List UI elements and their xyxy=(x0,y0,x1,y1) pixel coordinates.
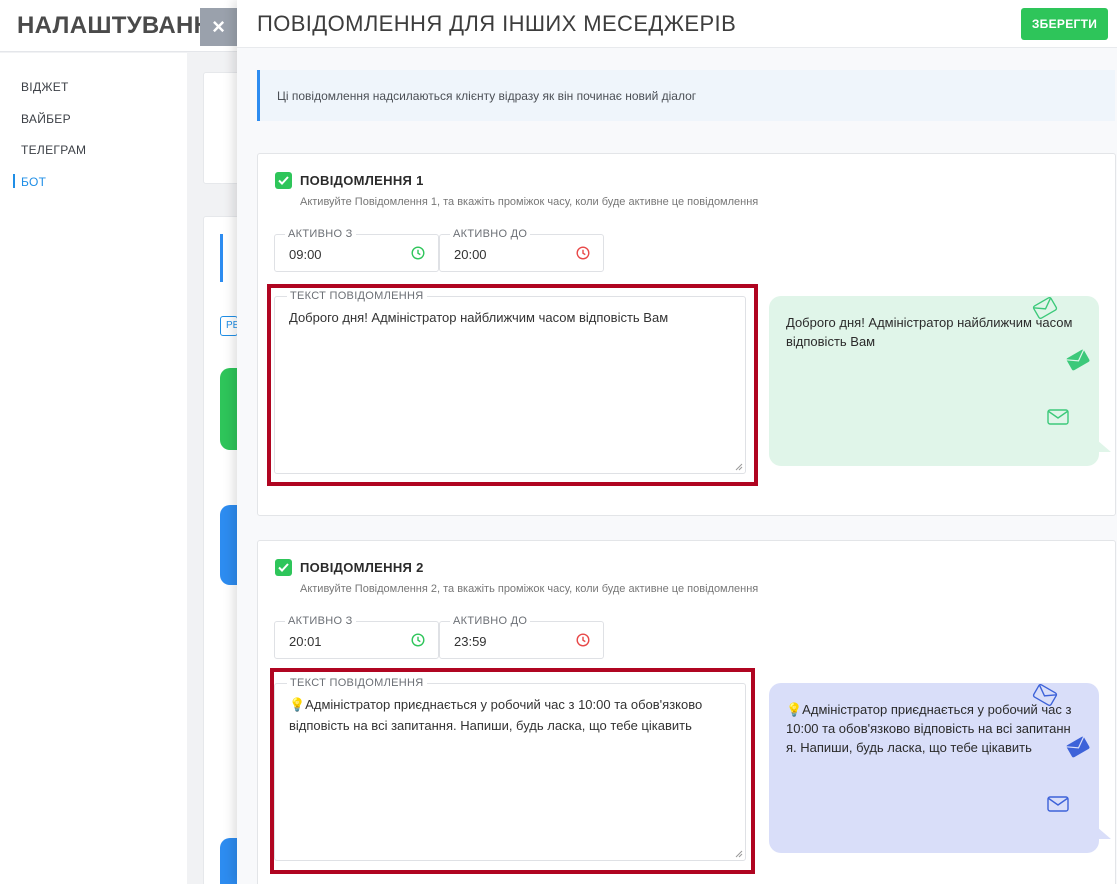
message-1-preview-bubble: Доброго дня! Адміністратор найближчим ча… xyxy=(769,296,1111,466)
sidebar-item-bot[interactable]: БОТ xyxy=(0,173,187,207)
background-info-accent xyxy=(220,234,223,282)
save-button[interactable]: ЗБЕРЕГТИ xyxy=(1021,8,1108,40)
background-tag: РЕ xyxy=(220,316,238,336)
modal-header: ПОВІДОМЛЕННЯ ДЛЯ ІНШИХ МЕСЕДЖЕРІВ ЗБЕРЕГ… xyxy=(237,0,1117,48)
message-2-text-field[interactable]: ТЕКСТ ПОВІДОМЛЕННЯ 💡Адміністратор приєдн… xyxy=(274,677,746,861)
bubble-tail xyxy=(1097,440,1111,452)
active-from-value[interactable]: 09:00 xyxy=(289,247,322,262)
message-1-checkbox[interactable] xyxy=(275,172,292,189)
message-1-title: ПОВІДОМЛЕННЯ 1 xyxy=(300,173,424,188)
settings-title: НАЛАШТУВАННЯ xyxy=(17,12,229,39)
message-1-active-from-field[interactable]: АКТИВНО З 09:00 xyxy=(274,228,439,272)
close-icon[interactable]: × xyxy=(200,8,237,46)
message-text-label: ТЕКСТ ПОВІДОМЛЕННЯ xyxy=(287,677,427,689)
sidebar-item-viber[interactable]: ВАЙБЕР xyxy=(0,112,187,144)
message-1-text-field[interactable]: ТЕКСТ ПОВІДОМЛЕННЯ Доброго дня! Адмініст… xyxy=(274,290,746,474)
resize-grip-icon[interactable] xyxy=(735,850,743,858)
settings-sidebar: ВІДЖЕТ ВАЙБЕР ТЕЛЕГРАМ БОТ xyxy=(0,53,187,884)
message-1-description: Активуйте Повідомлення 1, та вкажіть про… xyxy=(300,196,759,208)
message-card-2: ПОВІДОМЛЕННЯ 2 Активуйте Повідомлення 2,… xyxy=(257,540,1116,884)
active-to-value[interactable]: 20:00 xyxy=(454,247,487,262)
clock-icon[interactable] xyxy=(411,246,425,260)
message-2-preview-bubble: 💡Адміністратор приєднається у робочий ча… xyxy=(769,683,1111,853)
message-2-preview-text: 💡Адміністратор приєднається у робочий ча… xyxy=(786,702,1072,755)
envelope-icon xyxy=(1047,796,1069,812)
active-from-value[interactable]: 20:01 xyxy=(289,634,322,649)
messages-modal: ПОВІДОМЛЕННЯ ДЛЯ ІНШИХ МЕСЕДЖЕРІВ ЗБЕРЕГ… xyxy=(237,0,1117,884)
info-banner: Ці повідомлення надсилаються клієнту від… xyxy=(257,70,1115,121)
settings-nav: ВІДЖЕТ ВАЙБЕР ТЕЛЕГРАМ БОТ xyxy=(0,53,187,206)
clock-icon[interactable] xyxy=(411,633,425,647)
bubble-tail xyxy=(1097,827,1111,839)
modal-title: ПОВІДОМЛЕННЯ ДЛЯ ІНШИХ МЕСЕДЖЕРІВ xyxy=(257,11,737,36)
message-text-label: ТЕКСТ ПОВІДОМЛЕННЯ xyxy=(287,290,427,302)
message-card-1: ПОВІДОМЛЕННЯ 1 Активуйте Повідомлення 1,… xyxy=(257,153,1116,516)
check-icon xyxy=(278,176,289,185)
active-to-label: АКТИВНО ДО xyxy=(450,615,531,627)
check-icon xyxy=(278,563,289,572)
message-1-active-to-field[interactable]: АКТИВНО ДО 20:00 xyxy=(439,228,604,272)
message-2-title: ПОВІДОМЛЕННЯ 2 xyxy=(300,560,424,575)
active-from-label: АКТИВНО З xyxy=(285,228,356,240)
message-2-textarea[interactable]: 💡Адміністратор приєднається у робочий ча… xyxy=(289,695,734,736)
active-to-value[interactable]: 23:59 xyxy=(454,634,487,649)
message-2-checkbox[interactable] xyxy=(275,559,292,576)
message-1-textarea[interactable]: Доброго дня! Адміністратор найближчим ча… xyxy=(289,308,734,329)
active-from-label: АКТИВНО З xyxy=(285,615,356,627)
clock-icon[interactable] xyxy=(576,246,590,260)
clock-icon[interactable] xyxy=(576,633,590,647)
message-2-active-from-field[interactable]: АКТИВНО З 20:01 xyxy=(274,615,439,659)
message-1-preview-text: Доброго дня! Адміністратор найближчим ча… xyxy=(786,315,1073,349)
sidebar-item-widget[interactable]: ВІДЖЕТ xyxy=(0,80,187,112)
envelope-icon xyxy=(1047,409,1069,425)
sidebar-item-telegram[interactable]: ТЕЛЕГРАМ xyxy=(0,143,187,175)
active-to-label: АКТИВНО ДО xyxy=(450,228,531,240)
message-2-active-to-field[interactable]: АКТИВНО ДО 23:59 xyxy=(439,615,604,659)
message-2-description: Активуйте Повідомлення 2, та вкажіть про… xyxy=(300,583,759,595)
resize-grip-icon[interactable] xyxy=(735,463,743,471)
